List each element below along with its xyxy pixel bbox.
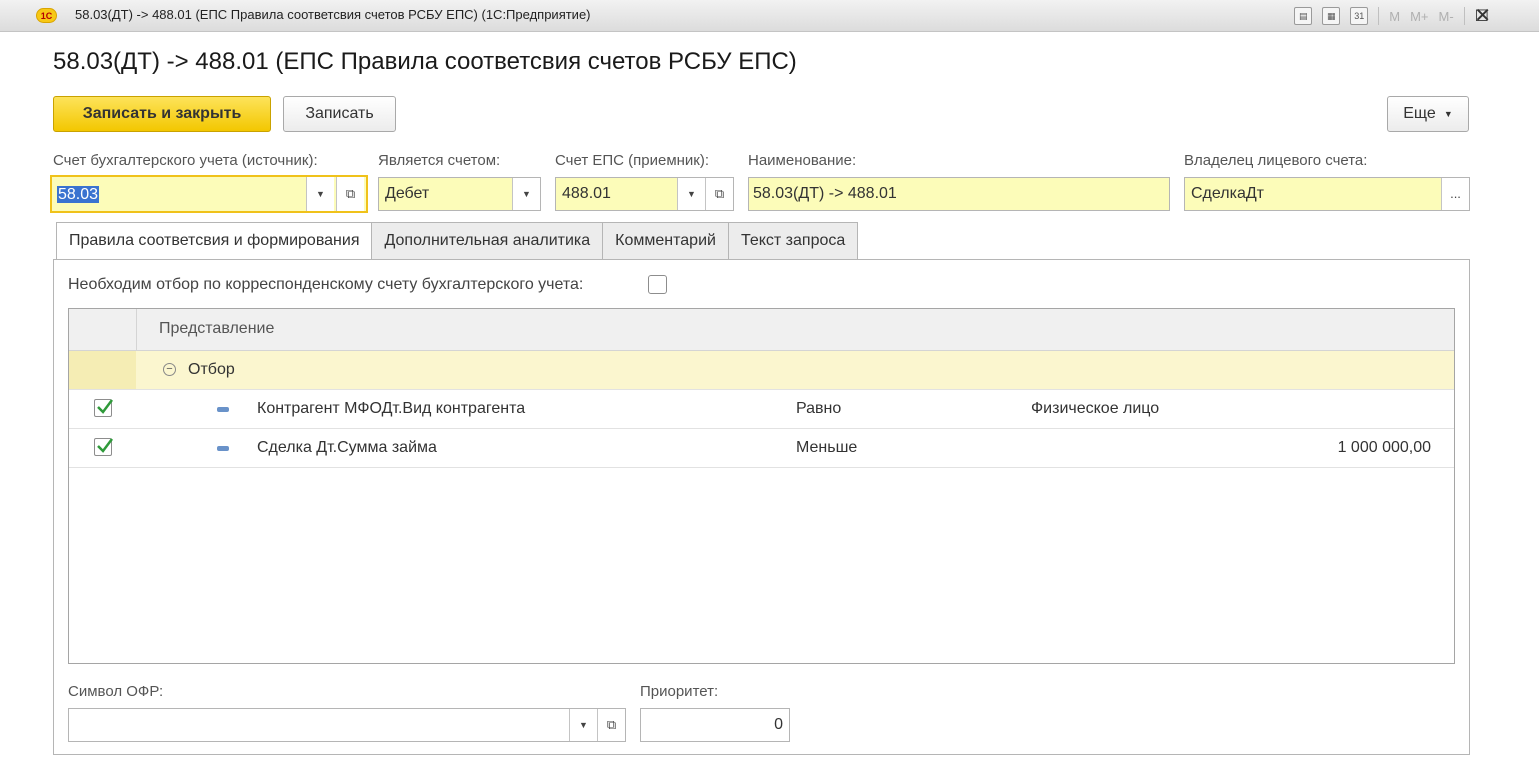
tab-query-text[interactable]: Текст запроса [727,222,859,260]
ofr-symbol-field[interactable]: ▼ ⧉ [68,708,626,742]
filter-checkbox[interactable] [648,275,667,294]
open-icon[interactable]: ⧉ [705,178,733,210]
calculator-icon[interactable]: ▦ [1322,7,1341,25]
print-icon[interactable]: ▤ [1294,7,1313,25]
priority-label: Приоритет: [640,683,719,700]
memory-plus-button[interactable]: M+ [1410,9,1428,24]
group-label: Отбор [188,361,235,378]
is-account-label: Является счетом: [378,152,501,169]
table-row[interactable]: Контрагент МФОДт.Вид контрагента Равно Ф… [69,390,1454,429]
select-button[interactable]: ... [1441,178,1469,210]
save-button[interactable]: Записать [283,96,396,132]
page-title: 58.03(ДТ) -> 488.01 (ЕПС Правила соответ… [53,48,797,75]
row-checkbox[interactable] [94,399,113,417]
chevron-down-icon[interactable]: ▼ [677,178,705,210]
memory-minus-button[interactable]: M- [1438,9,1453,24]
group-row-check-cell [69,351,136,389]
tab-comment[interactable]: Комментарий [602,222,728,260]
window-title: 58.03(ДТ) -> 488.01 (ЕПС Правила соответ… [75,7,591,22]
chevron-down-icon[interactable]: ▼ [512,178,540,210]
calendar-icon[interactable]: 31 [1350,7,1369,25]
name-label: Наименование: [748,152,857,169]
row-field: Сделка Дт.Сумма займа [257,439,437,456]
close-icon[interactable]: ✕ [1474,3,1491,28]
ofr-symbol-label: Символ ОФР: [68,683,164,700]
window-titlebar: 1С 58.03(ДТ) -> 488.01 (ЕПС Правила соот… [0,0,1539,32]
source-account-label: Счет бухгалтерского учета (источник): [53,152,318,169]
chevron-down-icon[interactable]: ▼ [569,709,597,741]
titlebar-toolbar: ▤ ▦ 31 M M+ M- ☐ [1294,5,1489,27]
priority-field[interactable]: 0 [640,708,790,742]
group-row[interactable]: − Отбор [69,351,1454,390]
condition-item-icon [217,446,229,451]
tab-rules[interactable]: Правила соответсвия и формирования [56,222,372,260]
is-account-field[interactable]: Дебет ▼ [378,177,541,211]
eps-account-field[interactable]: 488.01 ▼ ⧉ [555,177,734,211]
name-value: 58.03(ДТ) -> 488.01 [753,185,897,202]
column-header-presentation[interactable]: Представление [159,320,274,338]
open-icon[interactable]: ⧉ [597,709,625,741]
row-field: Контрагент МФОДт.Вид контрагента [257,400,526,417]
owner-value: СделкаДт [1191,185,1265,202]
is-account-value: Дебет [385,185,430,202]
row-value: Физическое лицо [1031,400,1160,417]
table-row[interactable]: Сделка Дт.Сумма займа Меньше 1 000 000,0… [69,429,1454,468]
source-account-value: 58.03 [57,186,100,203]
source-account-field[interactable]: 58.03 ▼ ⧉ [50,175,368,213]
filter-grid[interactable]: Представление − Отбор Контрагент МФОДт.В… [68,308,1455,664]
app-logo-icon[interactable]: 1С [36,8,57,23]
more-button[interactable]: Еще ▼ [1387,96,1469,132]
row-condition: Меньше [796,439,858,456]
open-icon[interactable]: ⧉ [336,177,364,211]
chevron-down-icon: ▼ [1443,109,1453,119]
tab-analytics[interactable]: Дополнительная аналитика [371,222,603,260]
filter-checkbox-label: Необходим отбор по корреспонденскому сче… [68,276,584,293]
priority-value: 0 [774,716,783,733]
grid-header-check-column [69,309,137,351]
memory-m-button[interactable]: M [1389,9,1400,24]
row-value: 1 000 000,00 [1337,439,1431,456]
toolbar-divider [1378,7,1380,25]
collapse-icon[interactable]: − [163,363,176,376]
row-checkbox[interactable] [94,438,113,456]
owner-field[interactable]: СделкаДт ... [1184,177,1470,211]
condition-item-icon [217,407,229,412]
grid-header: Представление [69,309,1454,351]
chevron-down-icon[interactable]: ▼ [306,177,334,211]
name-field[interactable]: 58.03(ДТ) -> 488.01 [748,177,1170,211]
toolbar-divider [1463,7,1465,25]
save-and-close-button[interactable]: Записать и закрыть [53,96,271,132]
tab-strip: Правила соответсвия и формирования Допол… [56,222,859,260]
owner-label: Владелец лицевого счета: [1184,152,1368,169]
more-button-label: Еще [1403,105,1436,122]
row-condition: Равно [796,400,842,417]
eps-account-label: Счет ЕПС (приемник): [555,152,710,169]
eps-account-value: 488.01 [562,185,611,202]
